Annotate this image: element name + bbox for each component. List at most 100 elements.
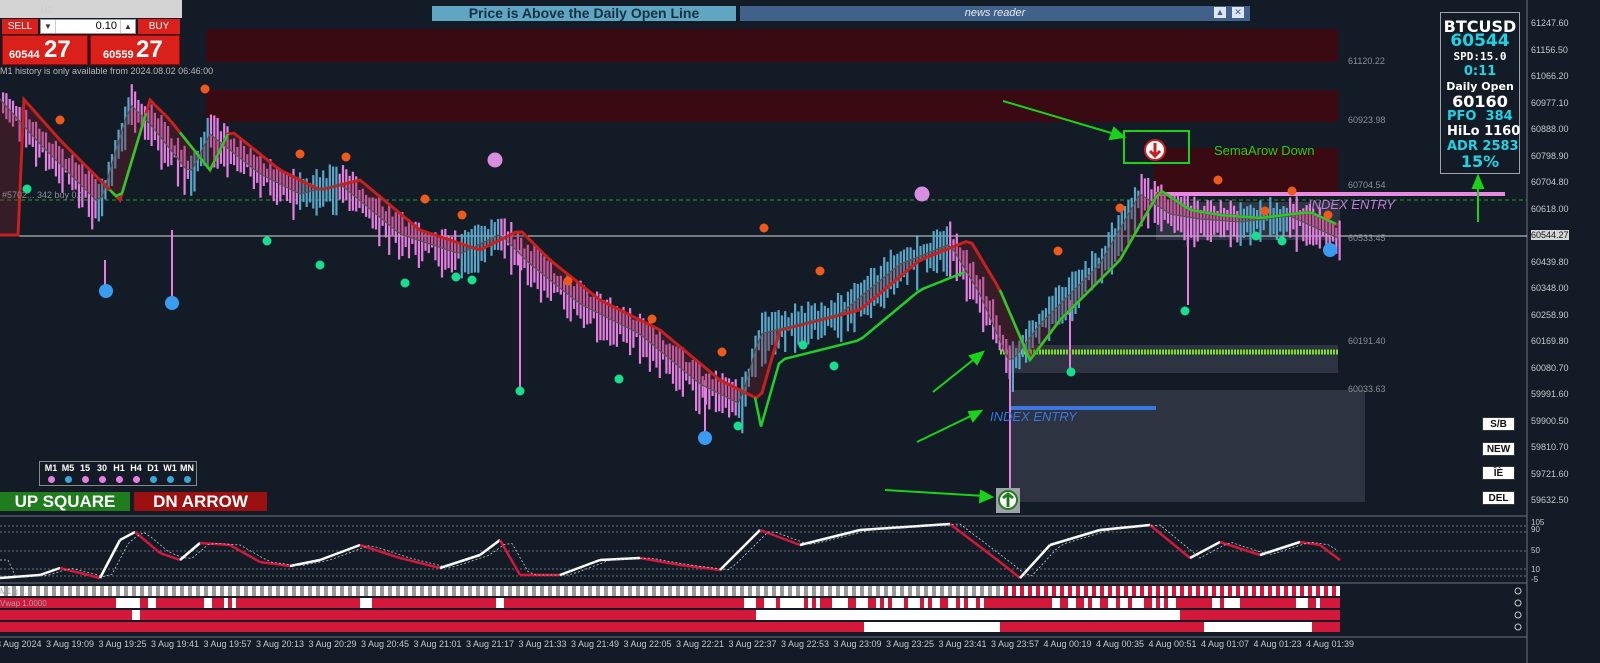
del-button[interactable]: DEL — [1482, 491, 1515, 505]
lot-decrease-icon[interactable]: ▼ — [41, 20, 56, 33]
timeframe-w1[interactable]: W1 — [162, 463, 178, 473]
trend-bar — [684, 622, 688, 632]
timeframe-m1[interactable]: M1 — [43, 463, 59, 473]
trend-bar — [180, 598, 184, 608]
trend-bar — [700, 610, 704, 620]
trend-bar — [1028, 586, 1032, 596]
lot-increase-icon[interactable]: ▲ — [120, 20, 135, 33]
trend-bar — [984, 586, 988, 596]
trend-bar — [1028, 622, 1032, 632]
trend-bar — [176, 622, 180, 632]
trend-bar — [1140, 586, 1144, 596]
trend-bar — [28, 622, 32, 632]
trend-bar — [1124, 586, 1128, 596]
trend-bar — [316, 610, 320, 620]
trend-bar — [1048, 598, 1052, 608]
trend-bar-status — [1514, 587, 1522, 595]
osc-segment — [744, 539, 751, 546]
buy-price-box[interactable]: 60559 27 — [90, 35, 180, 65]
trend-bar — [864, 610, 868, 620]
osc-segment — [1059, 539, 1066, 544]
trend-bar — [112, 622, 116, 632]
osc-segment — [799, 542, 806, 547]
trend-bar — [1112, 610, 1116, 620]
osc-segment — [479, 550, 486, 556]
trend-bar — [1060, 622, 1064, 632]
osc-segment — [1279, 545, 1286, 550]
trend-bar — [1072, 610, 1076, 620]
trend-bar — [1156, 586, 1160, 596]
price-chart[interactable] — [0, 0, 1600, 663]
trend-bar — [1204, 622, 1208, 632]
osc-segment — [454, 560, 461, 565]
timeframe-dot — [48, 476, 55, 483]
trend-bar — [516, 586, 520, 596]
timeframe-30[interactable]: 30 — [94, 463, 110, 473]
trend-bar — [116, 586, 120, 596]
trend-bar — [708, 610, 712, 620]
timeframe-h4[interactable]: H4 — [128, 463, 144, 473]
trend-bar — [496, 586, 500, 596]
trend-bar — [1264, 610, 1268, 620]
trend-bar — [792, 622, 796, 632]
buy-button[interactable]: BUY — [138, 19, 180, 34]
trend-bar — [836, 610, 840, 620]
sell-button[interactable]: SELL — [2, 19, 38, 34]
trend-bar — [984, 622, 988, 632]
trend-bar — [284, 598, 288, 608]
trend-bar — [1228, 598, 1232, 608]
trend-bar — [1028, 610, 1032, 620]
timeframe-mn[interactable]: MN — [179, 463, 195, 473]
trend-bar — [528, 622, 532, 632]
lot-size-input[interactable]: ▼ 0.10 ▲ — [40, 19, 136, 34]
candle — [335, 166, 338, 216]
osc-segment — [1039, 549, 1046, 557]
trend-bar — [1300, 598, 1304, 608]
trend-bar — [1236, 610, 1240, 620]
osc-segment — [1244, 548, 1251, 553]
news-reader-bar[interactable]: news reader — [740, 6, 1250, 21]
trend-bar — [1060, 598, 1064, 608]
trend-bar — [188, 598, 192, 608]
candle — [510, 221, 513, 275]
trend-bar — [44, 586, 48, 596]
osc-segment — [689, 565, 696, 569]
lot-value[interactable]: 0.10 — [96, 20, 117, 33]
trend-bar — [676, 586, 680, 596]
timeframe-m5[interactable]: M5 — [60, 463, 76, 473]
osc-segment — [794, 541, 801, 547]
trend-bar — [1008, 586, 1012, 596]
timeframe-d1[interactable]: D1 — [145, 463, 161, 473]
trend-bar — [280, 586, 284, 596]
trend-bar — [508, 598, 512, 608]
trend-bar — [644, 622, 648, 632]
trend-bar — [52, 598, 56, 608]
close-icon[interactable]: ✕ — [1232, 7, 1244, 18]
trend-bar — [1160, 586, 1164, 596]
trend-bar — [396, 586, 400, 596]
trend-bar — [512, 598, 516, 608]
trend-bar — [72, 586, 76, 596]
ie-button[interactable]: ÎÈ — [1482, 466, 1515, 480]
triangle-up-icon[interactable]: ▲ — [1214, 7, 1226, 18]
trend-bar — [364, 598, 368, 608]
trend-bar — [940, 586, 944, 596]
trend-bar — [260, 610, 264, 620]
trend-bar — [852, 622, 856, 632]
order-line-label[interactable]: #5702... 342 buy 0.1 — [2, 190, 84, 200]
trend-bar — [36, 586, 40, 596]
timeframe-h1[interactable]: H1 — [111, 463, 127, 473]
timeframe-15[interactable]: 15 — [77, 463, 93, 473]
trend-bar — [88, 610, 92, 620]
new-button[interactable]: NEW — [1482, 442, 1515, 456]
trend-bar — [572, 586, 576, 596]
trend-bar — [448, 622, 452, 632]
trend-bar — [768, 610, 772, 620]
sell-price-box[interactable]: 60544 27 — [2, 35, 88, 65]
sb-button[interactable]: S/B — [1482, 417, 1515, 431]
trend-bar — [616, 586, 620, 596]
trend-bar — [348, 610, 352, 620]
trend-bar — [600, 622, 604, 632]
sema-dot-orange — [295, 149, 305, 159]
trend-bar — [64, 586, 68, 596]
